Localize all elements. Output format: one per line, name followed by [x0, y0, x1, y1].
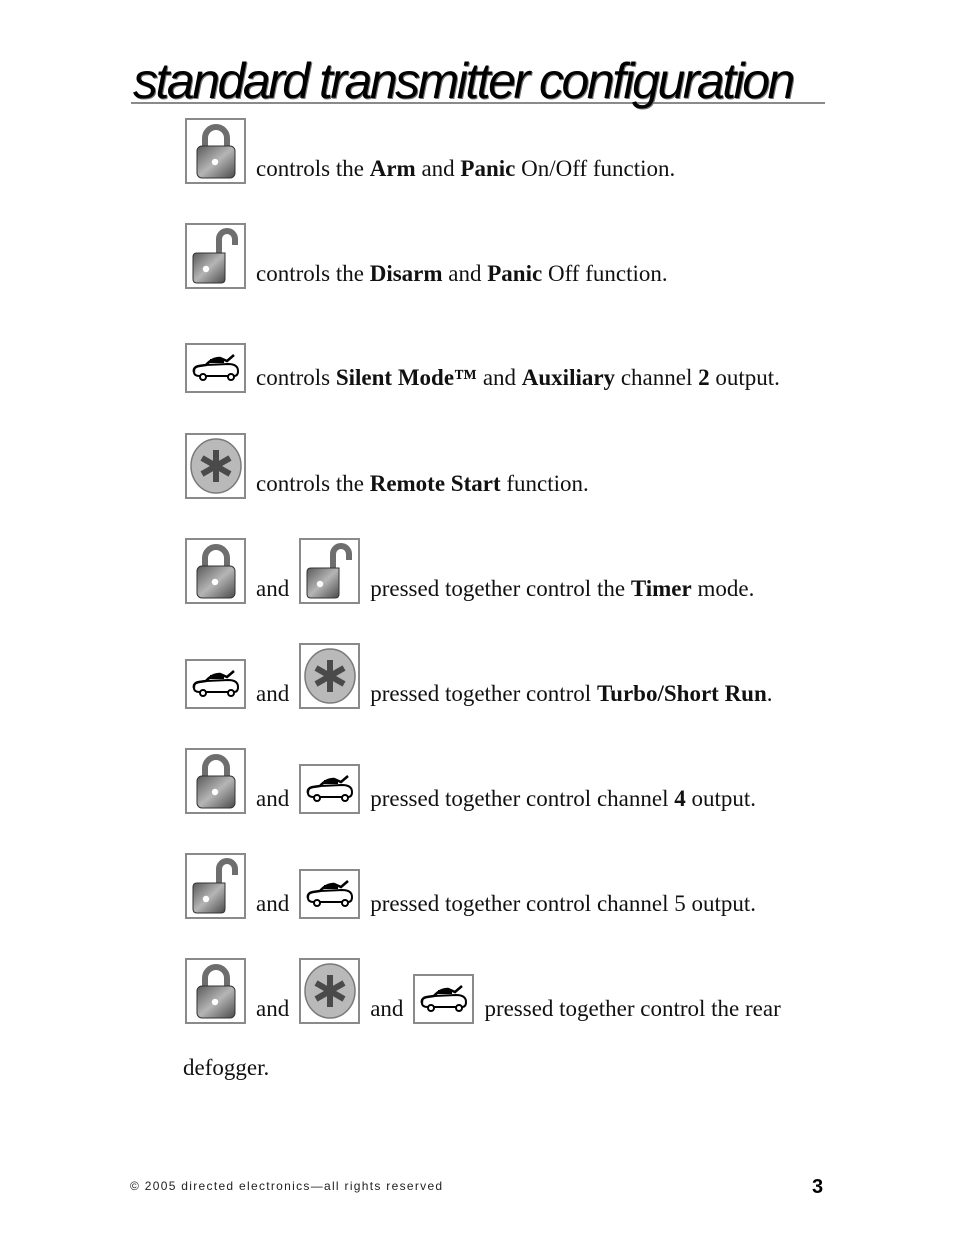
car-trunk-icon	[418, 983, 470, 1015]
text-segment: controls the	[256, 261, 370, 286]
text-segment: pressed together control	[370, 681, 597, 706]
and-connector: and	[256, 576, 290, 601]
asterisk-remote-start-icon	[189, 437, 243, 495]
config-row: and pressed together control channel 4 o…	[185, 748, 756, 814]
text-segment: On/Off function.	[515, 156, 676, 181]
trunk-button	[413, 974, 475, 1024]
config-row: controls the Arm and Panic On/Off functi…	[185, 118, 675, 184]
config-row: controls Silent Mode™ and Auxiliary chan…	[185, 343, 780, 393]
asterisk-remote-start-icon	[303, 647, 357, 705]
row-description: controls the Arm and Panic On/Off functi…	[256, 157, 675, 184]
row-description: pressed together control the rear	[484, 997, 780, 1024]
text-segment: .	[766, 681, 773, 706]
row-description: controls Silent Mode™ and Auxiliary chan…	[256, 366, 780, 393]
emphasis-term: 2	[698, 365, 710, 390]
unlock-button	[299, 538, 361, 604]
config-row: and pressed together control Turbo/Short…	[185, 643, 773, 709]
text-segment: mode.	[691, 576, 755, 601]
config-row: and pressed together control channel 5 o…	[185, 853, 756, 919]
lock-icon	[194, 542, 238, 600]
emphasis-term: Panic	[460, 156, 516, 181]
text-segment: pressed together control channel 5 outpu…	[370, 891, 756, 916]
text-segment: function.	[500, 471, 589, 496]
emphasis-term: 4	[674, 786, 686, 811]
row-description: pressed together control the Timer mode.	[370, 577, 754, 604]
text-segment: output.	[685, 786, 756, 811]
car-trunk-icon	[304, 773, 356, 805]
lock-button	[185, 958, 246, 1024]
emphasis-term: Timer	[630, 576, 692, 601]
text-segment: controls the	[256, 471, 370, 496]
config-row: and and pressed together control the rea…	[185, 958, 781, 1024]
emphasis-term: Arm	[369, 156, 416, 181]
lock-button	[185, 538, 246, 604]
text-segment: controls	[256, 365, 336, 390]
and-connector: and	[256, 996, 290, 1021]
star-button	[299, 643, 361, 709]
config-row: controls the Remote Start function.	[185, 433, 589, 499]
lock-icon	[194, 122, 238, 180]
text-segment: pressed together control the	[370, 576, 631, 601]
copyright-footer: © 2005 directed electronics—all rights r…	[130, 1179, 444, 1193]
config-row: and pressed together control the Timer m…	[185, 538, 754, 604]
emphasis-term: Disarm	[369, 261, 443, 286]
emphasis-term: Remote Start	[369, 471, 501, 496]
emphasis-term: Panic	[487, 261, 543, 286]
trunk-button	[185, 343, 246, 393]
text-segment: pressed together control channel	[370, 786, 675, 811]
asterisk-remote-start-icon	[303, 962, 357, 1020]
trunk-button	[299, 764, 361, 814]
row-description: pressed together control Turbo/Short Run…	[370, 682, 772, 709]
car-trunk-icon	[304, 878, 356, 910]
emphasis-term: Auxiliary	[521, 365, 616, 390]
row-description: pressed together control channel 4 outpu…	[370, 787, 756, 814]
star-button	[299, 958, 361, 1024]
lock-icon	[194, 962, 238, 1020]
text-segment: and	[477, 365, 522, 390]
car-trunk-icon	[190, 352, 242, 384]
star-button	[185, 433, 246, 499]
car-trunk-icon	[190, 668, 242, 700]
row-description: controls the Disarm and Panic Off functi…	[256, 262, 668, 289]
row-description: controls the Remote Start function.	[256, 472, 589, 499]
emphasis-term: Turbo/Short Run	[596, 681, 767, 706]
unlock-icon	[191, 857, 241, 915]
text-segment: controls the	[256, 156, 370, 181]
row-9-continuation: defogger.	[183, 1055, 270, 1080]
text-segment: and	[415, 156, 461, 181]
trunk-button	[185, 659, 246, 709]
trunk-button	[299, 869, 361, 919]
and-connector: and	[370, 996, 404, 1021]
text-segment: Off function.	[542, 261, 668, 286]
and-connector: and	[256, 681, 290, 706]
page-number: 3	[812, 1176, 824, 1198]
lock-button	[185, 748, 246, 814]
and-connector: and	[256, 786, 290, 811]
unlock-icon	[305, 542, 355, 600]
row-description: pressed together control channel 5 outpu…	[370, 892, 756, 919]
text-segment: output.	[709, 365, 780, 390]
text-segment: pressed together control the rear	[484, 996, 781, 1021]
lock-button	[185, 118, 246, 184]
title-underline: standard transmitter configuration	[131, 52, 825, 109]
text-segment: and	[442, 261, 488, 286]
text-segment: channel	[615, 365, 699, 390]
unlock-button	[185, 853, 246, 919]
config-row: controls the Disarm and Panic Off functi…	[185, 223, 668, 289]
emphasis-term: Silent Mode™	[335, 365, 478, 390]
page-title: standard transmitter configuration	[133, 53, 795, 109]
unlock-button	[185, 223, 246, 289]
lock-icon	[194, 752, 238, 810]
unlock-icon	[191, 227, 241, 285]
and-connector: and	[256, 891, 290, 916]
